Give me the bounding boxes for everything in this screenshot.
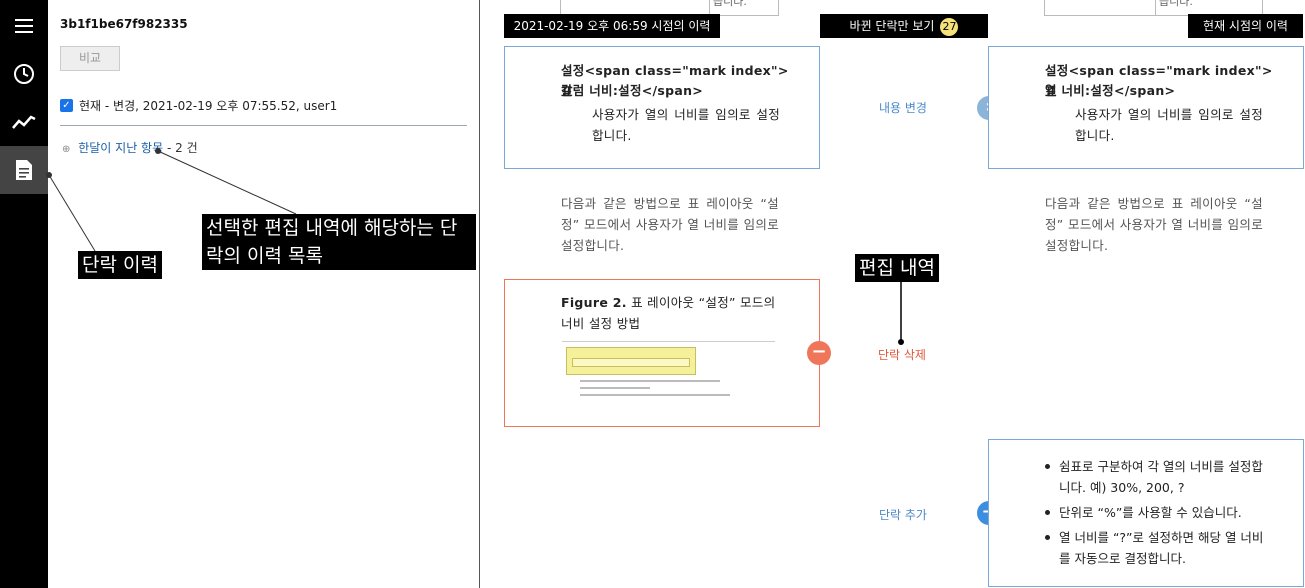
past-paragraph-unchanged: 다음과 같은 방법으로 표 레이아웃 “설정” 모드에서 사용자가 열 너비를 … (561, 196, 779, 253)
list-item: 열 너비를 “?”로 설정하면 해당 열 너비를 자동으로 결정합니다. (1041, 527, 1267, 569)
current-index-line2: 열 너비:설정</span> (1045, 83, 1176, 98)
callout-edit-list: 선택한 편집 내역에 해당하는 단락의 이력 목록 (202, 214, 476, 270)
minus-icon[interactable]: − (807, 341, 831, 365)
header-current-revision: 현재 시점의 이력 (1188, 14, 1303, 38)
list-item: 쉼표로 구분하여 각 열의 너비를 설정합니다. 예) 30%, 200, ? (1041, 456, 1267, 498)
change-added-label[interactable]: 단락 추가 (879, 506, 927, 523)
figure-thumbnail (562, 336, 777, 406)
callout-paragraph-history: 단락 이력 (78, 251, 162, 279)
changed-only-label: 바뀐 단락만 보기 (849, 19, 935, 33)
current-paragraph-unchanged: 다음과 같은 방법으로 표 레이아웃 “설정” 모드에서 사용자가 열 너비를 … (1045, 196, 1263, 253)
change-deleted-label[interactable]: 단락 삭제 (878, 346, 926, 363)
changed-count-badge: 27 (940, 17, 959, 36)
added-bullet-list: 쉼표로 구분하여 각 열의 너비를 설정합니다. 예) 30%, 200, ? … (1041, 456, 1267, 573)
current-paragraph-body: 사용자가 열의 너비를 임의로 설정합니다. (1075, 107, 1263, 143)
figure-caption: Figure 2. 표 레이아웃 “설정” 모드의 너비 설정 방법 (561, 295, 776, 331)
current-paragraph-added[interactable]: 쉼표로 구분하여 각 열의 너비를 설정합니다. 예) 30%, 200, ? … (988, 439, 1304, 587)
past-paragraph-body: 사용자가 열의 너비를 임의로 설정합니다. (592, 107, 780, 143)
change-modified-label[interactable]: 내용 변경 (879, 99, 927, 116)
list-item: 단위로 “%”를 사용할 수 있습니다. (1041, 502, 1267, 523)
callout-edit-history: 편집 내역 (855, 254, 939, 282)
header-past-revision: 2021-02-19 오후 06:59 시점의 이력 (504, 14, 720, 38)
changed-only-toggle[interactable]: 바뀐 단락만 보기 27 (820, 14, 988, 38)
past-index-line2: 칼럼 너비:설정</span> (561, 83, 704, 98)
